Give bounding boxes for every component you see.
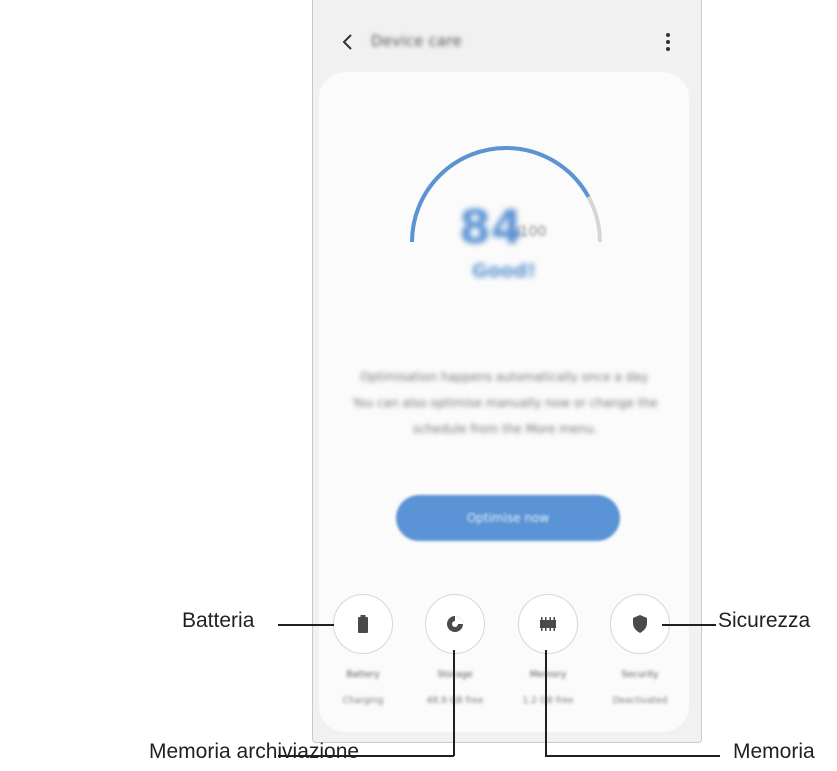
device-care-screen: Device care 84 /100 Good! Optimisation h… bbox=[312, 0, 702, 743]
storage-tile-icon-circle bbox=[425, 594, 485, 654]
battery-tile[interactable]: Battery Charging bbox=[317, 594, 409, 724]
score-max: /100 bbox=[515, 224, 547, 240]
callout-storage: Memoria archiviazione bbox=[149, 740, 360, 763]
callout-memory: Memoria bbox=[733, 740, 815, 763]
app-bar: Device care bbox=[313, 0, 701, 76]
storage-tile-label: Storage bbox=[437, 670, 473, 680]
leader-line-memory-vertical bbox=[545, 650, 547, 756]
storage-tile[interactable]: Storage 48.9 GB free bbox=[409, 594, 501, 724]
memory-tile-icon-circle bbox=[518, 594, 578, 654]
memory-chip-icon bbox=[540, 617, 556, 631]
app-title: Device care bbox=[371, 32, 462, 50]
optimize-now-button[interactable]: Optimise now bbox=[396, 495, 620, 541]
battery-icon bbox=[358, 615, 368, 633]
score-value: 84 bbox=[459, 200, 524, 254]
battery-tile-status: Charging bbox=[342, 696, 384, 706]
leader-line-security bbox=[662, 624, 716, 626]
security-tile-label: Security bbox=[621, 670, 659, 680]
storage-tile-status: 48.9 GB free bbox=[426, 696, 484, 706]
security-tile-icon-circle bbox=[610, 594, 670, 654]
callout-battery: Batteria bbox=[182, 609, 255, 632]
leader-line-memory-horizontal bbox=[545, 755, 720, 757]
more-options-icon[interactable] bbox=[665, 32, 671, 52]
memory-tile[interactable]: Memory 1.2 GB free bbox=[502, 594, 594, 724]
callout-security: Sicurezza bbox=[718, 609, 811, 632]
shield-icon bbox=[633, 615, 647, 633]
memory-tile-status: 1.2 GB free bbox=[522, 696, 574, 706]
memory-tile-label: Memory bbox=[529, 670, 567, 680]
leader-line-storage-vertical bbox=[453, 650, 455, 756]
security-tile[interactable]: Security Deactivated bbox=[594, 594, 686, 724]
leader-line-battery bbox=[278, 624, 334, 626]
description-text: Optimisation happens automatically once … bbox=[352, 370, 658, 436]
security-tile-status: Deactivated bbox=[612, 696, 668, 706]
battery-tile-label: Battery bbox=[346, 670, 380, 680]
storage-pie-icon bbox=[447, 616, 463, 632]
battery-tile-icon-circle bbox=[333, 594, 393, 654]
leader-line-storage-horizontal bbox=[278, 755, 454, 757]
back-chevron-icon[interactable] bbox=[339, 32, 357, 52]
device-care-card: 84 /100 Good! Optimisation happens autom… bbox=[319, 72, 689, 732]
score-status: Good! bbox=[472, 260, 536, 282]
